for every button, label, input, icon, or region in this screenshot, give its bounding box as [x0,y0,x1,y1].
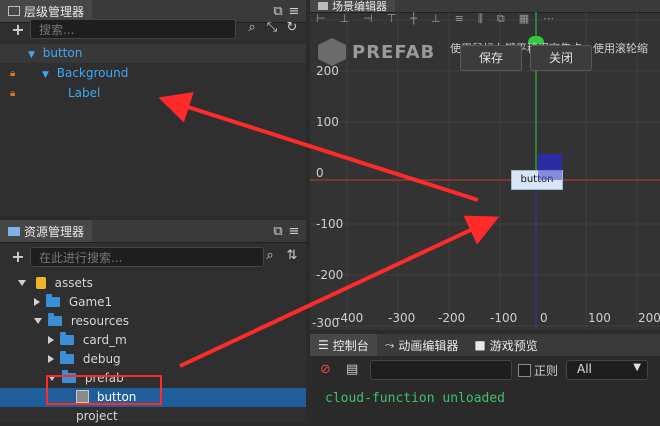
annotation-arrow-to-scene [179,215,500,368]
annotation-arrow-to-label [158,92,479,202]
annotation-arrows [158,92,500,368]
